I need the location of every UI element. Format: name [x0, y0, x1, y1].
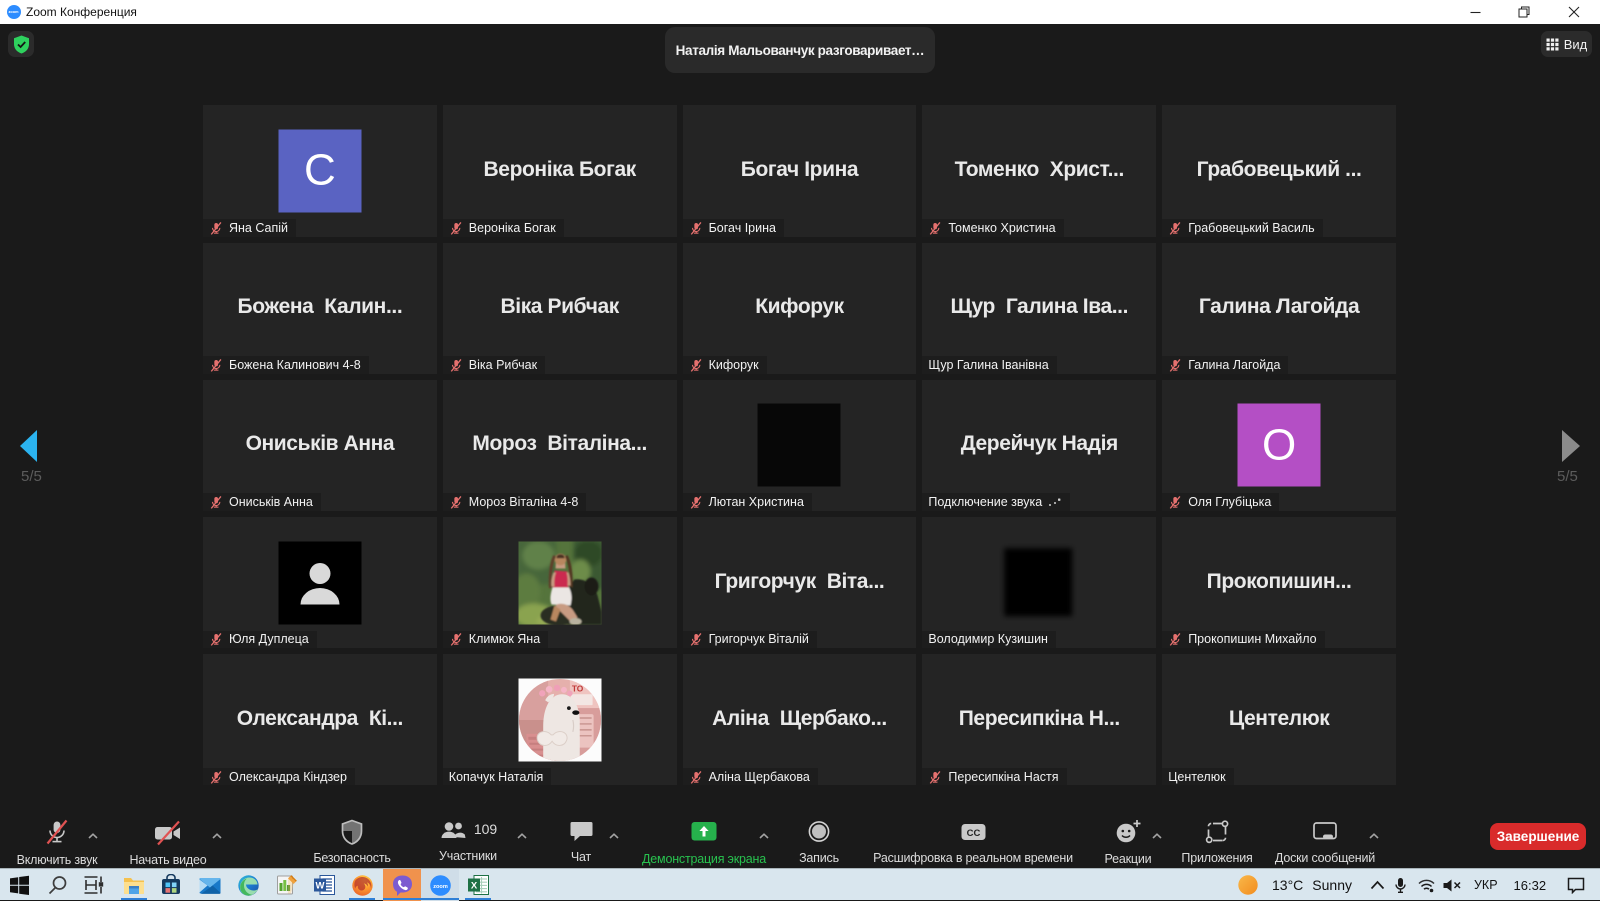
svg-text:X: X — [470, 881, 477, 892]
svg-text:CC: CC — [966, 828, 980, 839]
svg-text:W: W — [315, 881, 324, 892]
svg-text:zoom: zoom — [433, 883, 448, 889]
